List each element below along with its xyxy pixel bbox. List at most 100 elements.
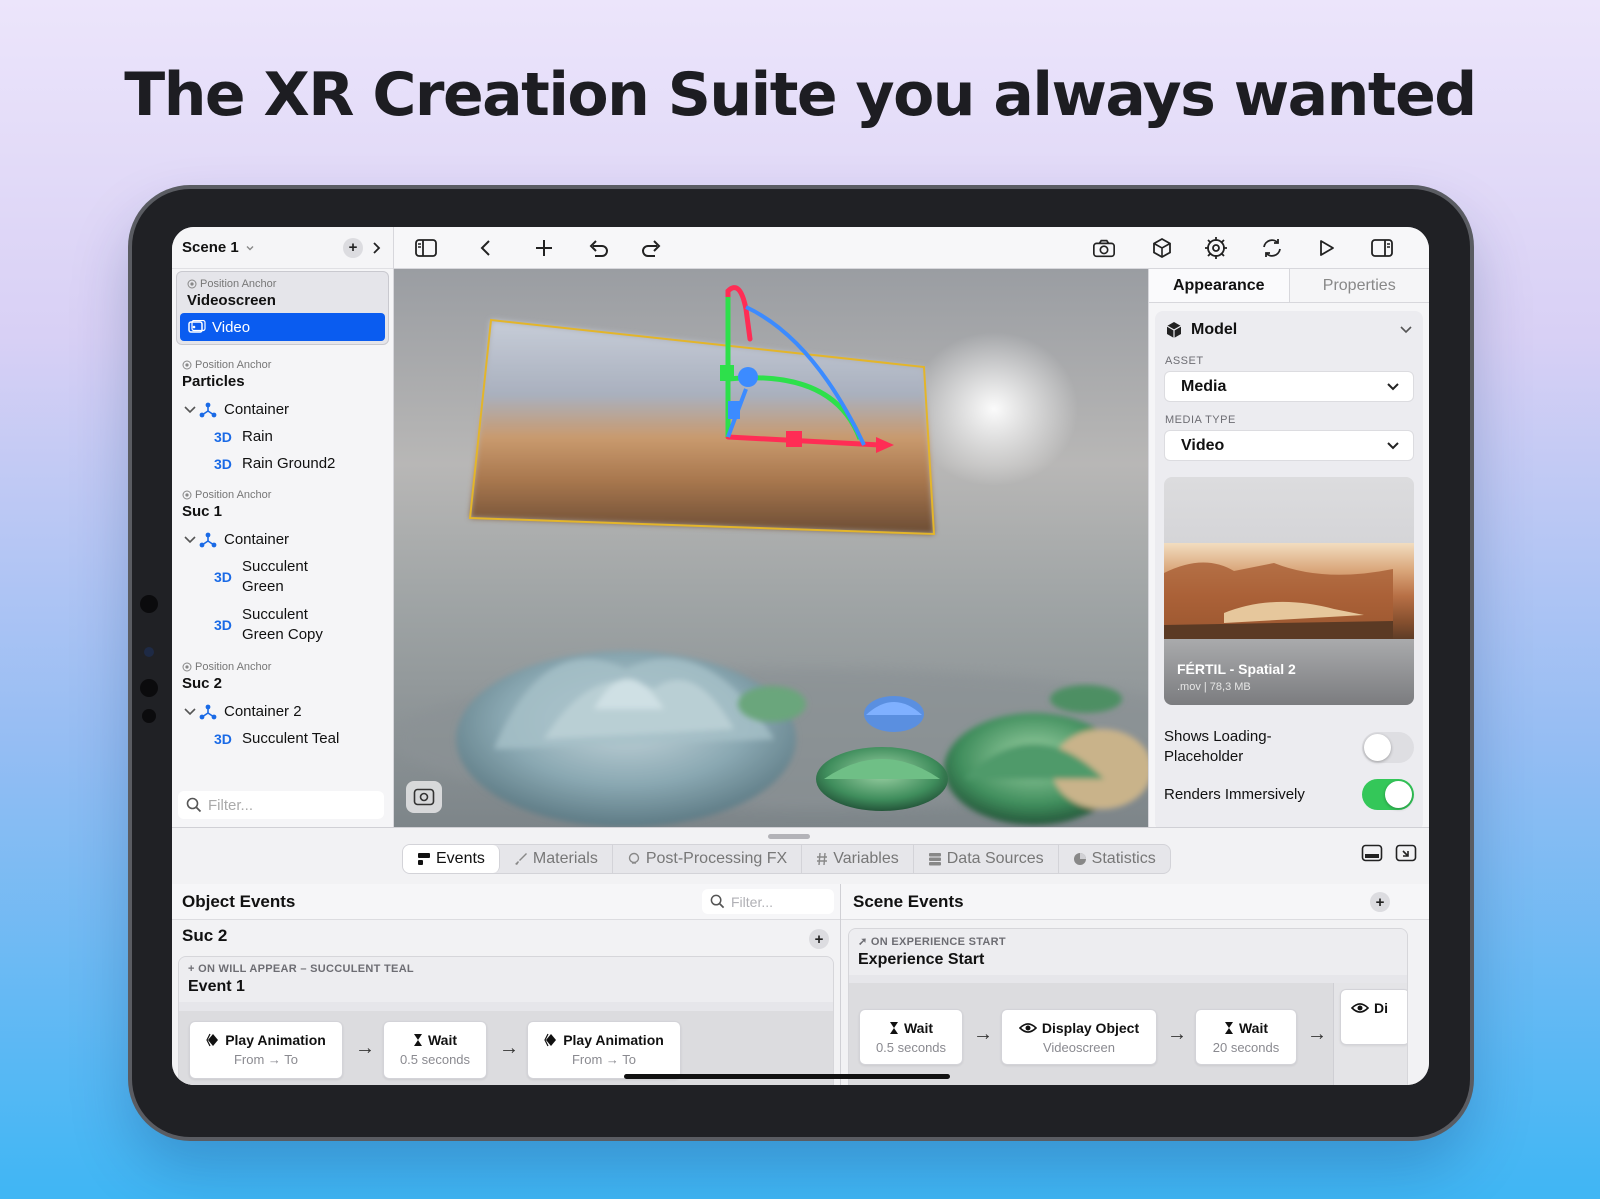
scene-header: Scene 1 + (172, 227, 393, 269)
cube-icon (1166, 322, 1182, 338)
action-wait[interactable]: Wait 0.5 seconds (383, 1021, 487, 1079)
add-icon[interactable] (532, 236, 556, 260)
tab-post-processing[interactable]: Post-Processing FX (613, 845, 803, 873)
anchor-label: Position Anchor (177, 278, 388, 290)
event-action-chain: Wait 0.5 seconds → Display Object Videoscr… (849, 983, 1407, 1085)
resize-grip[interactable] (768, 834, 810, 839)
anchor-group-videoscreen[interactable]: Position Anchor Videoscreen Video (176, 271, 389, 345)
media-thumbnail[interactable]: FÉRTIL - Spatial 2 .mov | 78,3 MB (1164, 477, 1414, 705)
hourglass-icon (413, 1034, 422, 1046)
redo-icon[interactable] (640, 236, 664, 260)
action-display-object[interactable]: Display Object Videoscreen (1001, 1009, 1157, 1065)
action-play-animation[interactable]: Play Animation From → To (189, 1021, 343, 1079)
action-play-animation[interactable]: Play Animation From → To (527, 1021, 681, 1079)
outline-container[interactable]: Container (182, 396, 393, 423)
desert-preview-image (1164, 543, 1414, 639)
disclosure-chevron-icon[interactable] (182, 534, 198, 546)
chevron-down-icon[interactable] (1399, 325, 1413, 335)
side-sensor (140, 679, 158, 697)
outline-item-succulent-green-copy[interactable]: 3D Succulent Green Copy (182, 601, 393, 649)
add-event-button[interactable]: + (809, 929, 829, 949)
tab-events[interactable]: Events (403, 845, 500, 873)
side-camera (144, 647, 154, 657)
media-icon (188, 320, 206, 333)
search-icon (710, 894, 725, 909)
scene-render (394, 285, 1148, 827)
eye-icon (1018, 1023, 1037, 1033)
outline-container[interactable]: Container (182, 526, 393, 553)
shows-loading-placeholder-toggle[interactable] (1362, 731, 1414, 763)
action-wait[interactable]: Wait 0.5 seconds (859, 1009, 963, 1065)
arrow-right-icon: → (1307, 1023, 1327, 1045)
media-type-select[interactable]: Video (1164, 430, 1414, 461)
outline-filter-input[interactable]: Filter... (178, 791, 384, 819)
arrow-right-icon: → (1167, 1023, 1187, 1045)
dock-bottom-icon[interactable] (1361, 844, 1383, 862)
app-screen: Scene 1 + Position Anchor Videoscreen Vi… (172, 227, 1429, 1085)
3d-badge: 3D (214, 428, 232, 445)
event-card-experience-start[interactable]: ➚ ON EXPERIENCE START Experience Start W… (848, 928, 1408, 1085)
play-icon[interactable] (1314, 236, 1338, 260)
anchor-group-suc1[interactable]: Position Anchor Suc 1 Container 3D Succul… (172, 477, 393, 649)
model-section-header[interactable]: Model (1155, 311, 1423, 349)
viewport-snapshot-button[interactable] (406, 781, 442, 813)
tab-variables[interactable]: Variables (802, 845, 914, 873)
add-scene-event-button[interactable]: + (1370, 892, 1390, 912)
undo-icon[interactable] (586, 236, 610, 260)
chevron-down-icon (1387, 382, 1399, 390)
settings-gear-icon[interactable] (1204, 236, 1228, 260)
sidebar-toggle-icon[interactable] (414, 236, 438, 260)
camera-capture-icon[interactable] (1092, 236, 1116, 260)
anchor-group-suc2[interactable]: Position Anchor Suc 2 Container 2 3D Succ… (172, 649, 393, 752)
tab-statistics[interactable]: Statistics (1059, 845, 1170, 873)
outline-item-rain[interactable]: 3D Rain (182, 423, 393, 450)
parallel-branch: Di (1333, 983, 1407, 1085)
sync-icon[interactable] (1260, 236, 1284, 260)
tab-appearance[interactable]: Appearance (1149, 269, 1290, 302)
outline-item-rain-ground2[interactable]: 3D Rain Ground2 (182, 450, 393, 477)
disclosure-chevron-icon[interactable] (182, 706, 198, 718)
asset-select[interactable]: Media (1164, 371, 1414, 402)
tab-materials[interactable]: Materials (500, 845, 613, 873)
renders-immersively-toggle[interactable] (1362, 779, 1414, 810)
tab-data-sources[interactable]: Data Sources (914, 845, 1059, 873)
disclosure-chevron-icon[interactable] (182, 404, 198, 416)
events-filter-input[interactable]: Filter... (702, 889, 834, 914)
outline-item-succulent-green[interactable]: 3D Succulent Green (182, 553, 393, 601)
action-wait[interactable]: Wait 20 seconds (1195, 1009, 1297, 1065)
float-panel-icon[interactable] (1395, 844, 1417, 862)
video-screen-plane (470, 320, 934, 534)
chevron-right-icon[interactable] (369, 241, 383, 255)
outline-item-video[interactable]: Video (180, 313, 385, 341)
anchor-name: Particles (182, 373, 245, 390)
model-section: Model ASSET Media MEDIA TYPE Video FÉRTI… (1155, 311, 1423, 831)
container-icon (199, 402, 217, 417)
inspector-tabs: Appearance Properties (1149, 269, 1429, 303)
outline-container[interactable]: Container 2 (182, 698, 393, 725)
event-name: Experience Start (858, 951, 985, 968)
scene-title[interactable]: Scene 1 (182, 239, 239, 256)
anchor-group-particles[interactable]: Position Anchor Particles Container 3D Ra… (172, 347, 393, 477)
action-display-object[interactable]: Di (1340, 989, 1407, 1045)
event-name: Event 1 (188, 978, 245, 995)
inspector-panel: Appearance Properties Model ASSET Media … (1148, 269, 1429, 831)
tab-properties[interactable]: Properties (1290, 269, 1430, 302)
chevron-down-icon (1387, 441, 1399, 449)
3d-badge: 3D (214, 730, 232, 747)
back-icon[interactable] (474, 236, 498, 260)
inspector-toggle-icon[interactable] (1370, 236, 1394, 260)
ar-cube-icon[interactable] (1150, 236, 1174, 260)
3d-viewport[interactable] (394, 269, 1148, 827)
outline-item-succulent-teal[interactable]: 3D Succulent Teal (182, 725, 393, 752)
media-meta: .mov | 78,3 MB (1177, 681, 1251, 693)
chevron-down-icon[interactable] (245, 243, 255, 253)
anchor-name: Videoscreen (187, 292, 276, 309)
3d-badge: 3D (214, 617, 232, 633)
media-title: FÉRTIL - Spatial 2 (1177, 661, 1296, 677)
pie-chart-icon (1073, 853, 1086, 865)
eye-icon (1351, 1003, 1369, 1013)
succulent-green-small (816, 747, 948, 811)
event-card-event-1[interactable]: + ON WILL APPEAR – SUCCULENT TEAL Event … (178, 956, 834, 1085)
hourglass-icon (889, 1022, 898, 1034)
add-object-button[interactable]: + (343, 237, 363, 258)
